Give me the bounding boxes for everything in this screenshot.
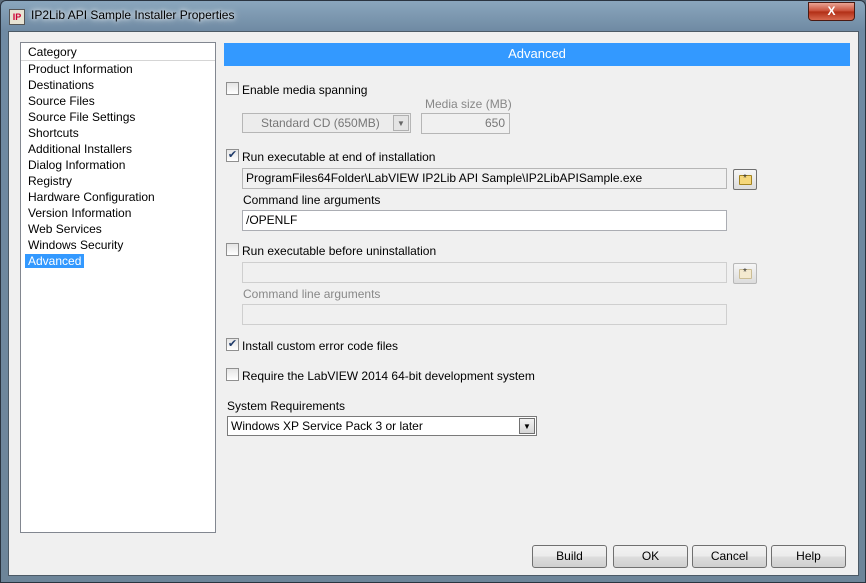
category-list: Product Information Destinations Source Fi… bbox=[21, 61, 215, 269]
close-icon: X bbox=[827, 4, 836, 18]
category-item-label: Dialog Information bbox=[28, 158, 126, 172]
media-spanning-label: Enable media spanning bbox=[242, 82, 368, 97]
category-item[interactable]: Product Information bbox=[21, 61, 215, 77]
category-item-label: Hardware Configuration bbox=[28, 190, 155, 204]
close-button[interactable]: X bbox=[808, 2, 855, 21]
custom-error-codes-checkbox[interactable]: ✔ bbox=[226, 338, 239, 352]
folder-browse-icon bbox=[739, 173, 752, 185]
window-title: IP2Lib API Sample Installer Properties bbox=[31, 8, 235, 22]
custom-error-codes-label: Install custom error code files bbox=[242, 338, 399, 353]
category-item[interactable]: Hardware Configuration bbox=[21, 189, 215, 205]
system-requirements-label: System Requirements bbox=[227, 399, 346, 413]
folder-browse-icon bbox=[739, 267, 752, 279]
run-at-end-row[interactable]: ✔ Run executable at end of installation bbox=[226, 149, 435, 165]
media-size-input[interactable]: 650 bbox=[421, 113, 510, 134]
section-header: Advanced bbox=[224, 43, 850, 66]
run-at-end-path-field[interactable]: ProgramFiles64Folder\LabVIEW IP2Lib API … bbox=[242, 168, 727, 189]
category-header: Category bbox=[21, 43, 215, 61]
run-at-end-browse-button[interactable] bbox=[733, 169, 757, 190]
installer-app-icon: IP bbox=[9, 9, 25, 25]
media-type-select[interactable]: Standard CD (650MB) ▼ bbox=[242, 113, 411, 133]
run-before-uninstall-browse-button[interactable] bbox=[733, 263, 757, 284]
run-before-uninstall-label: Run executable before uninstallation bbox=[242, 243, 437, 258]
require-64bit-checkbox[interactable] bbox=[226, 368, 239, 382]
category-item[interactable]: Source File Settings bbox=[21, 109, 215, 125]
category-item-label: Windows Security bbox=[28, 238, 124, 252]
help-button[interactable]: Help bbox=[771, 545, 846, 568]
chevron-down-icon: ▼ bbox=[393, 115, 409, 131]
category-item-label: Web Services bbox=[28, 222, 102, 236]
ok-button[interactable]: OK bbox=[613, 545, 688, 568]
run-at-end-label: Run executable at end of installation bbox=[242, 149, 436, 164]
category-item-label: Registry bbox=[28, 174, 73, 188]
category-item-label: Shortcuts bbox=[28, 126, 79, 140]
category-item-label: Advanced bbox=[25, 254, 85, 268]
chevron-down-icon: ▼ bbox=[519, 418, 535, 434]
run-before-uninstall-path-field[interactable] bbox=[242, 262, 727, 283]
media-type-value: Standard CD (650MB) bbox=[261, 116, 380, 130]
run-before-uninstall-checkbox[interactable] bbox=[226, 243, 239, 257]
category-item[interactable]: Windows Security bbox=[21, 237, 215, 253]
check-icon: ✔ bbox=[227, 338, 238, 351]
category-item[interactable]: Version Information bbox=[21, 205, 215, 221]
run-before-uninstall-args-input[interactable] bbox=[242, 304, 727, 325]
category-item-label: Source Files bbox=[28, 94, 95, 108]
category-item[interactable]: Advanced bbox=[21, 253, 215, 269]
custom-error-codes-row[interactable]: ✔ Install custom error code files bbox=[226, 338, 398, 354]
category-list-panel: Category Product Information Destinations… bbox=[20, 42, 216, 533]
category-item[interactable]: Destinations bbox=[21, 77, 215, 93]
run-at-end-args-input[interactable]: /OPENLF bbox=[242, 210, 727, 231]
category-item[interactable]: Shortcuts bbox=[21, 125, 215, 141]
require-64bit-row[interactable]: Require the LabVIEW 2014 64-bit developm… bbox=[226, 368, 535, 384]
title-bar[interactable]: IP IP2Lib API Sample Installer Propertie… bbox=[1, 1, 865, 31]
category-item-label: Product Information bbox=[28, 62, 133, 76]
category-item[interactable]: Source Files bbox=[21, 93, 215, 109]
require-64bit-label: Require the LabVIEW 2014 64-bit developm… bbox=[242, 368, 535, 383]
run-at-end-checkbox[interactable]: ✔ bbox=[226, 149, 239, 163]
check-icon: ✔ bbox=[227, 149, 238, 162]
media-size-label: Media size (MB) bbox=[425, 97, 512, 111]
run-before-uninstall-args-label: Command line arguments bbox=[243, 287, 381, 301]
run-before-uninstall-row[interactable]: Run executable before uninstallation bbox=[226, 243, 436, 259]
category-item-label: Additional Installers bbox=[28, 142, 133, 156]
category-item-label: Version Information bbox=[28, 206, 132, 220]
category-item[interactable]: Dialog Information bbox=[21, 157, 215, 173]
cancel-button[interactable]: Cancel bbox=[692, 545, 767, 568]
media-spanning-checkbox[interactable] bbox=[226, 82, 239, 96]
dialog-client-area: Category Product Information Destinations… bbox=[8, 31, 859, 576]
run-at-end-args-label: Command line arguments bbox=[243, 193, 381, 207]
category-item[interactable]: Web Services bbox=[21, 221, 215, 237]
category-item-label: Source File Settings bbox=[28, 110, 136, 124]
system-requirements-select[interactable]: Windows XP Service Pack 3 or later ▼ bbox=[227, 416, 537, 436]
system-requirements-value: Windows XP Service Pack 3 or later bbox=[231, 419, 423, 433]
category-item-label: Destinations bbox=[28, 78, 95, 92]
category-item[interactable]: Registry bbox=[21, 173, 215, 189]
media-spanning-row[interactable]: Enable media spanning bbox=[226, 82, 367, 98]
installer-properties-window: IP IP2Lib API Sample Installer Propertie… bbox=[0, 0, 866, 583]
build-button[interactable]: Build bbox=[532, 545, 607, 568]
category-item[interactable]: Additional Installers bbox=[21, 141, 215, 157]
